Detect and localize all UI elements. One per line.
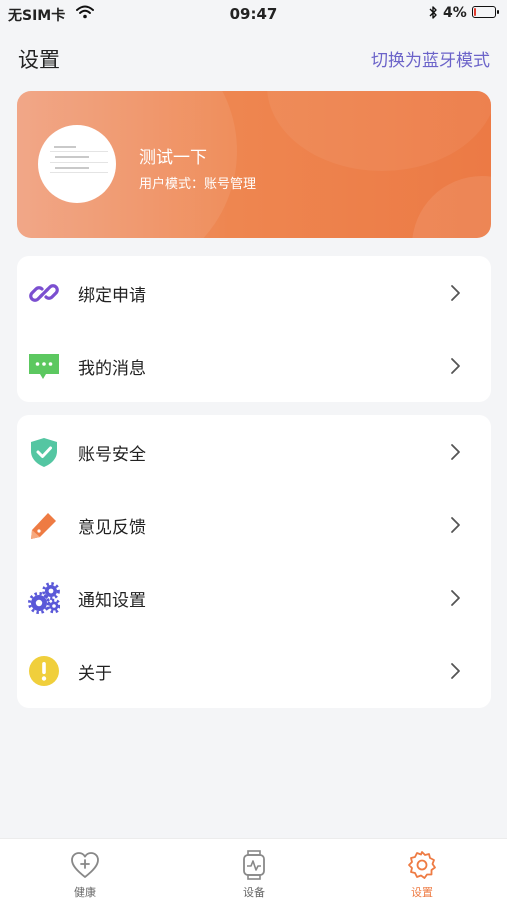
link-icon bbox=[29, 284, 59, 302]
chevron-right-icon bbox=[451, 358, 460, 374]
status-bar: 无SIM卡 09:47 4% bbox=[0, 0, 507, 28]
menu-group-primary: 绑定申请 我的消息 bbox=[17, 256, 491, 402]
battery-fill bbox=[474, 8, 476, 16]
watch-icon bbox=[243, 850, 265, 880]
menu-item-notification-settings[interactable]: 通知设置 bbox=[17, 561, 491, 634]
bottom-tab-bar: 健康 设备 设置 bbox=[0, 838, 507, 901]
profile-name: 测试一下 bbox=[139, 148, 207, 168]
profile-mode-value: 账号管理 bbox=[204, 177, 257, 192]
chevron-right-icon bbox=[451, 663, 460, 679]
menu-item-label: 意见反馈 bbox=[78, 518, 146, 538]
menu-item-about[interactable]: 关于 bbox=[17, 634, 491, 707]
battery-percent: 4% bbox=[443, 5, 467, 21]
bluetooth-icon bbox=[429, 6, 437, 19]
exclamation-icon bbox=[29, 656, 59, 686]
chevron-right-icon bbox=[451, 517, 460, 533]
chevron-right-icon bbox=[451, 444, 460, 460]
menu-item-label: 关于 bbox=[78, 664, 112, 684]
menu-item-account-security[interactable]: 账号安全 bbox=[17, 415, 491, 488]
menu-item-feedback[interactable]: 意见反馈 bbox=[17, 488, 491, 561]
profile-card[interactable]: 测试一下 用户模式：账号管理 bbox=[17, 91, 491, 238]
menu-item-bind-request[interactable]: 绑定申请 bbox=[17, 256, 491, 329]
gear-icon bbox=[408, 851, 436, 879]
gears-icon bbox=[28, 582, 60, 614]
tab-label: 设备 bbox=[243, 886, 265, 899]
switch-bluetooth-mode-button[interactable]: 切换为蓝牙模式 bbox=[371, 46, 490, 71]
menu-group-secondary: 账号安全 意见反馈 通知设置 关于 bbox=[17, 415, 491, 708]
chevron-right-icon bbox=[451, 590, 460, 606]
menu-item-label: 我的消息 bbox=[78, 359, 146, 379]
tab-health[interactable]: 健康 bbox=[25, 839, 145, 901]
tab-label: 健康 bbox=[74, 886, 96, 899]
message-icon bbox=[29, 354, 59, 379]
shield-check-icon bbox=[31, 438, 57, 467]
menu-item-label: 通知设置 bbox=[78, 591, 146, 611]
menu-item-my-messages[interactable]: 我的消息 bbox=[17, 329, 491, 402]
avatar[interactable] bbox=[38, 125, 116, 203]
page-title: 设置 bbox=[18, 48, 60, 72]
tab-settings[interactable]: 设置 bbox=[362, 839, 482, 901]
battery-icon bbox=[472, 6, 499, 18]
profile-mode: 用户模式：账号管理 bbox=[139, 173, 256, 192]
tab-label: 设置 bbox=[411, 886, 433, 899]
pencil-icon bbox=[31, 513, 56, 539]
profile-mode-label: 用户模式： bbox=[139, 177, 205, 192]
menu-item-label: 账号安全 bbox=[78, 445, 146, 465]
tab-device[interactable]: 设备 bbox=[194, 839, 314, 901]
chevron-right-icon bbox=[451, 285, 460, 301]
menu-item-label: 绑定申请 bbox=[78, 286, 146, 306]
heart-plus-icon bbox=[71, 852, 99, 878]
